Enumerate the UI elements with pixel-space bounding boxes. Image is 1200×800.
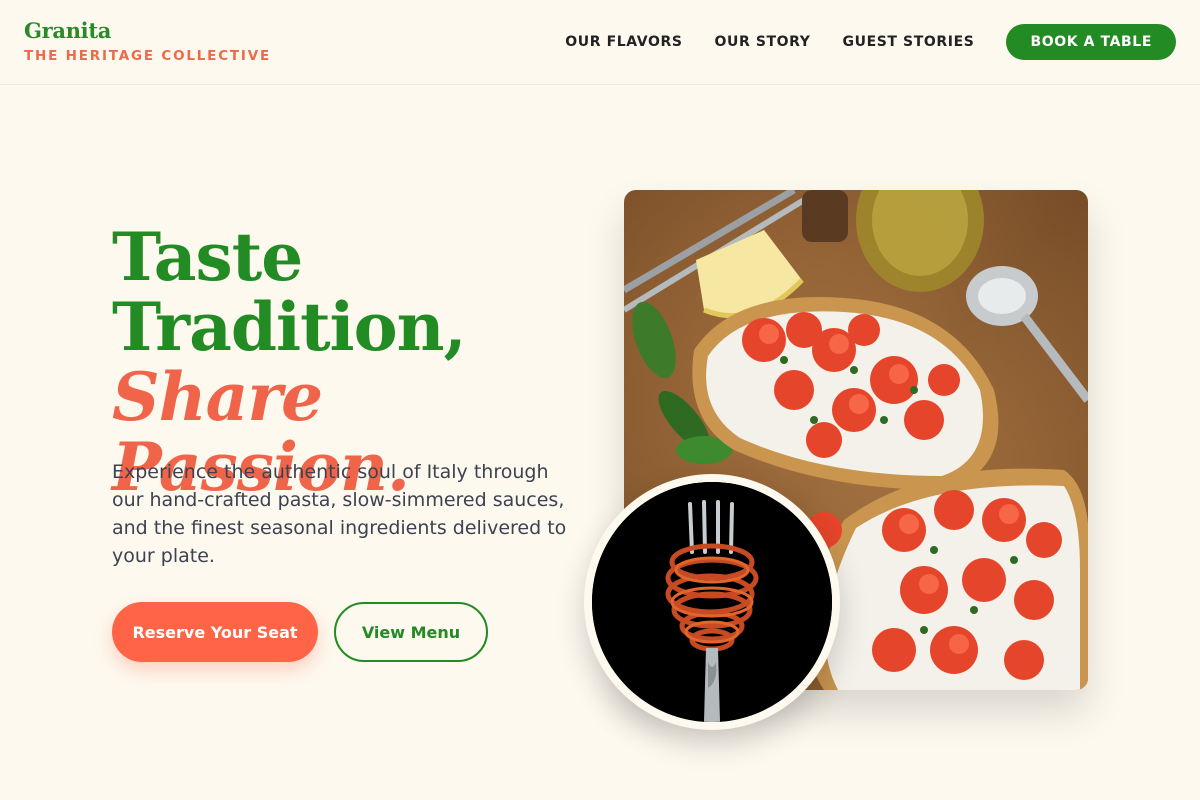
nav-link-guest-stories[interactable]: GUEST STORIES [843,24,975,60]
nav-link-our-flavors[interactable]: OUR FLAVORS [565,24,682,60]
hero-title-line-2: Tradition, [112,288,467,366]
inset-photo-frame [584,474,840,730]
hero-title-line-1: Taste [112,218,303,296]
reserve-seat-button[interactable]: Reserve Your Seat [112,602,318,662]
spaghetti-fork-photo [592,482,832,722]
brand[interactable]: Granita THE HERITAGE COLLECTIVE [24,18,271,64]
main-nav: OUR FLAVORS OUR STORY GUEST STORIES BOOK… [565,24,1176,60]
view-menu-button[interactable]: View Menu [334,602,488,662]
nav-link-our-story[interactable]: OUR STORY [715,24,811,60]
spaghetti-fork-illustration [592,482,832,722]
brand-name[interactable]: Granita [24,18,271,44]
hero-description: Experience the authentic soul of Italy t… [112,461,567,567]
book-a-table-button[interactable]: BOOK A TABLE [1006,24,1176,60]
site-header: Granita THE HERITAGE COLLECTIVE OUR FLAV… [0,0,1200,85]
brand-tagline: THE HERITAGE COLLECTIVE [24,48,271,64]
